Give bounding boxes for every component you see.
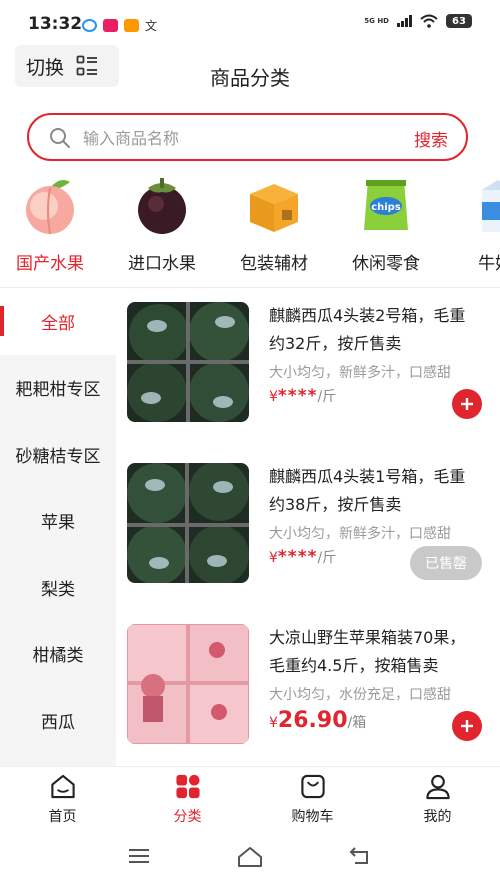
- apple-box-image: [127, 624, 249, 744]
- mangosteen-icon: [138, 178, 186, 234]
- watermelon-box-image: [127, 463, 249, 583]
- cart-icon: [300, 774, 325, 799]
- plus-icon: [461, 720, 473, 732]
- status-indicators: 5G HD 63: [364, 14, 472, 28]
- category-item[interactable]: 国产水果: [0, 170, 106, 274]
- battery-icon: 63: [446, 14, 472, 28]
- notification-app-icon: 文: [145, 19, 158, 33]
- add-to-cart-button[interactable]: [452, 711, 482, 741]
- box-icon: [250, 184, 298, 232]
- product-image[interactable]: [127, 302, 249, 422]
- watermelon-box-image: [127, 302, 249, 422]
- sidebar-item[interactable]: 砂糖桔专区: [0, 421, 116, 488]
- add-to-cart-button[interactable]: [452, 389, 482, 419]
- product-card[interactable]: 麒麟西瓜4头装1号箱，毛重约38斤，按斤售卖 大小均匀，新鲜多汁，口感甜 ¥**…: [127, 463, 485, 585]
- category-item[interactable]: 牛奶/: [442, 170, 500, 274]
- product-description: 大小均匀，新鲜多汁，口感甜: [269, 365, 451, 381]
- wifi-icon: [420, 14, 438, 28]
- sidebar-item-all[interactable]: 全部: [0, 288, 116, 355]
- product-price: ¥****/斤: [269, 386, 337, 406]
- product-description: 大小均匀，新鲜多汁，口感甜: [269, 526, 451, 542]
- category-sidebar: 全部 耙耙柑专区 砂糖桔专区 苹果 梨类 柑橘类 西瓜: [0, 288, 116, 766]
- nav-home[interactable]: 首页: [0, 767, 125, 826]
- product-price: ¥26.90/箱: [269, 708, 367, 733]
- signal-icon: [397, 15, 412, 27]
- nav-profile[interactable]: 我的: [375, 767, 500, 826]
- category-icon: [175, 774, 200, 799]
- product-title[interactable]: 大凉山野生苹果箱装70果，毛重约4.5斤，按箱售卖: [269, 624, 479, 680]
- product-card[interactable]: 麒麟西瓜4头装2号箱，毛重约32斤，按斤售卖 大小均匀，新鲜多汁，口感甜 ¥**…: [127, 302, 485, 424]
- nav-cart[interactable]: 购物车: [250, 767, 375, 826]
- bottom-nav: 首页 分类 购物车 我的: [0, 766, 500, 826]
- sidebar-item[interactable]: 苹果: [0, 488, 116, 555]
- notification-app-icon: [124, 19, 139, 32]
- sidebar-item[interactable]: 耙耙柑专区: [0, 355, 116, 422]
- product-image[interactable]: [127, 624, 249, 744]
- search-input[interactable]: [83, 124, 403, 152]
- category-strip[interactable]: 国产水果 进口水果 包装辅材 chips 休闲零食 牛: [0, 170, 500, 285]
- sidebar-item[interactable]: 柑橘类: [0, 621, 116, 688]
- search-icon: [50, 128, 70, 148]
- sidebar-item[interactable]: 梨类: [0, 554, 116, 621]
- notification-app-icon: [82, 19, 97, 32]
- chips-icon: chips: [364, 180, 408, 230]
- home-icon: [50, 774, 75, 799]
- plus-icon: [461, 398, 473, 410]
- category-item[interactable]: 包装辅材: [218, 170, 330, 274]
- nav-category[interactable]: 分类: [125, 767, 250, 826]
- app-screen: 13:32 文 5G HD 63 切换 商品分类 输入商品名称 搜索 国产水果 …: [0, 0, 500, 888]
- notification-app-icon: [103, 19, 118, 32]
- status-time: 13:32: [28, 14, 83, 34]
- product-title[interactable]: 麒麟西瓜4头装1号箱，毛重约38斤，按斤售卖: [269, 463, 479, 519]
- category-item[interactable]: 进口水果: [106, 170, 218, 274]
- status-app-icons: 文: [82, 17, 157, 34]
- search-bar: 搜索: [27, 113, 468, 161]
- search-button[interactable]: 搜索: [414, 126, 448, 151]
- product-description: 大小均匀，水份充足，口感甜: [269, 687, 451, 703]
- home-button-icon[interactable]: [237, 846, 263, 868]
- page-title: 商品分类: [210, 66, 290, 90]
- product-title[interactable]: 麒麟西瓜4头装2号箱，毛重约32斤，按斤售卖: [269, 302, 479, 358]
- system-nav-bar: [0, 828, 500, 888]
- category-item[interactable]: chips 休闲零食: [330, 170, 442, 274]
- sold-out-button[interactable]: 已售罄: [410, 546, 482, 580]
- back-icon[interactable]: [349, 846, 371, 866]
- sidebar-item[interactable]: 西瓜: [0, 687, 116, 754]
- network-type: 5G HD: [364, 17, 389, 25]
- product-image[interactable]: [127, 463, 249, 583]
- status-bar: 13:32 文 5G HD 63: [0, 0, 500, 44]
- product-card[interactable]: 大凉山野生苹果箱装70果，毛重约4.5斤，按箱售卖 大小均匀，水份充足，口感甜 …: [127, 624, 485, 746]
- peach-icon: [26, 180, 74, 235]
- product-price: ¥****/斤: [269, 547, 337, 567]
- milk-icon: [482, 180, 500, 232]
- menu-icon[interactable]: [128, 846, 150, 866]
- svg-text:chips: chips: [371, 202, 401, 213]
- profile-icon: [425, 774, 450, 800]
